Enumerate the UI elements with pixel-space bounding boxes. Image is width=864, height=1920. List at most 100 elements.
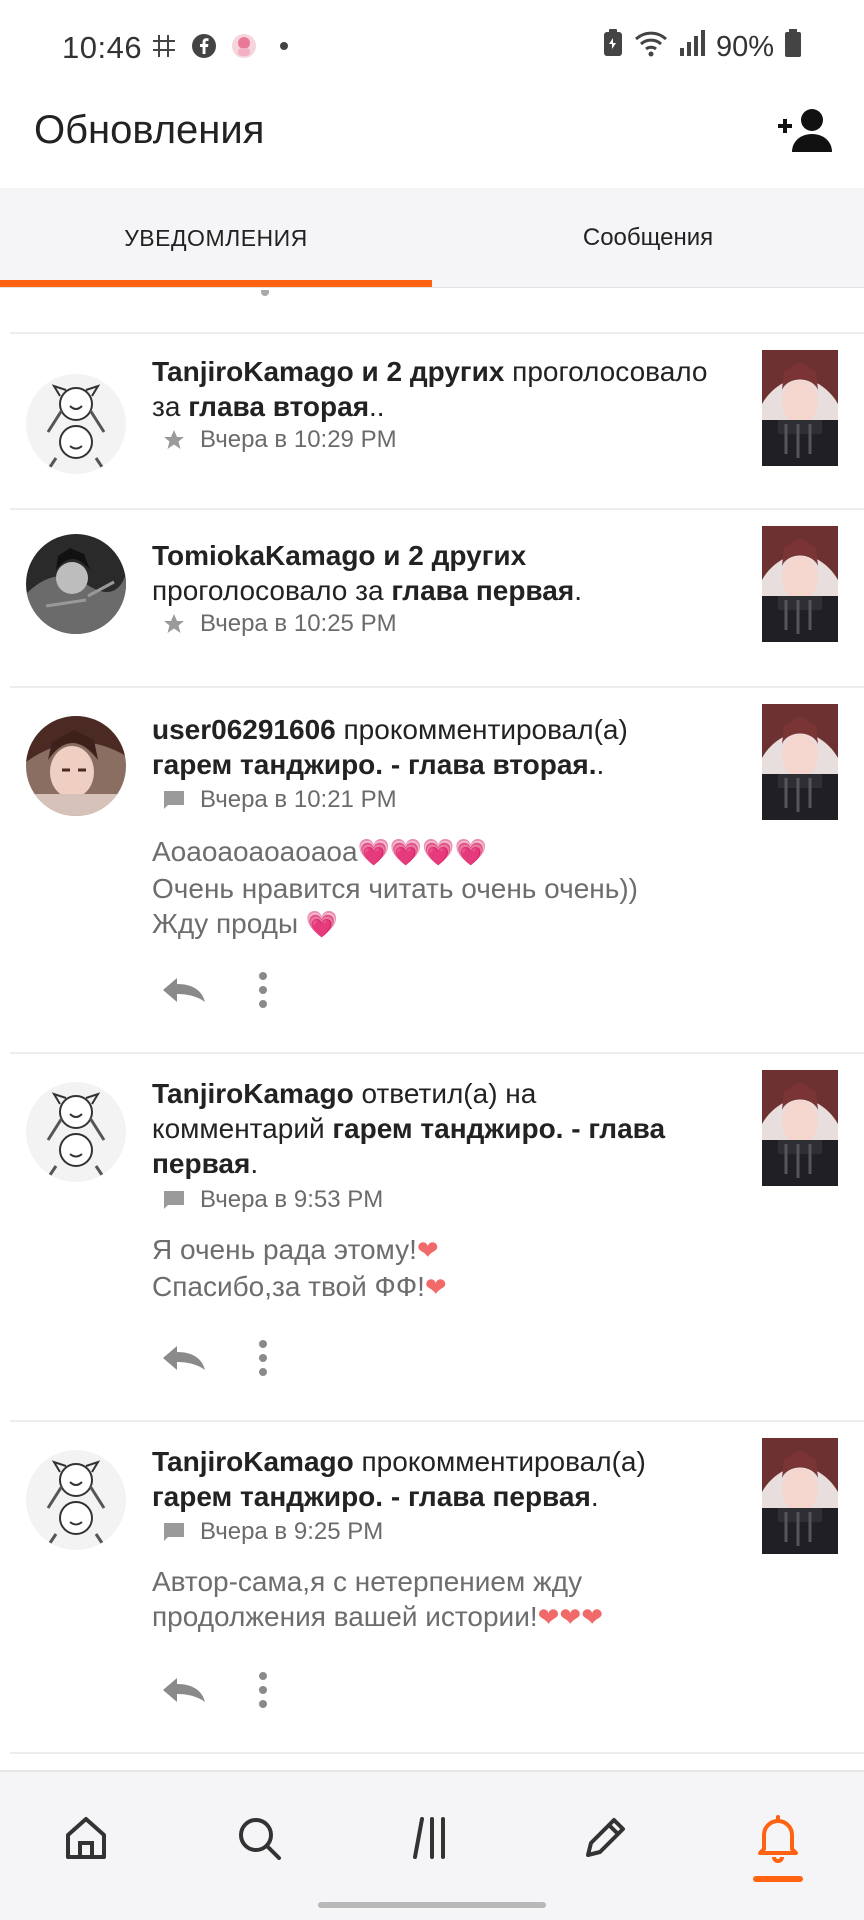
more-options-button[interactable] [248,968,278,1012]
avatar[interactable] [26,534,126,634]
comment-line: Очень нравится читать очень очень)) [152,873,638,904]
nav-notifications-button[interactable] [742,1802,814,1874]
notification-text-line: проголосовало за глава первая. [152,575,582,606]
heart-emoji: 💗💗💗💗 [357,838,488,868]
notification-text-line: гарем танджиро. - глава вторая.. [152,749,605,780]
dot-icon [270,32,298,60]
comment-icon [164,791,184,809]
tab-notifications[interactable]: УВЕДОМЛЕНИЯ [0,188,432,288]
dark-manga-avatar-icon [26,534,126,634]
star-icon [164,614,184,633]
story-link[interactable]: гарем танджиро. - глава вторая. [152,749,597,780]
notification-item[interactable]: TanjiroKamago и 2 других проголосовало з… [0,334,864,498]
hashtag-icon [150,32,178,60]
search-icon [239,1818,281,1860]
manga-characters-avatar-icon [26,1450,126,1550]
nav-search-button[interactable] [223,1802,295,1874]
notification-item[interactable]: user06291606 прокомментировал(а) гарем т… [0,688,864,1048]
anime-boy-avatar-icon [26,716,126,816]
reply-icon [163,1678,205,1702]
actor-name[interactable]: TanjiroKamago и 2 других [152,356,504,387]
actor-name[interactable]: TanjiroKamago [152,1078,354,1109]
manga-characters-avatar-icon [26,374,126,474]
story-cover-thumbnail[interactable] [762,350,838,466]
heart-emoji: ❤❤❤ [537,1603,603,1633]
nav-home-button[interactable] [50,1802,122,1874]
wifi-icon [634,28,668,66]
system-home-bar[interactable] [318,1902,546,1908]
avatar[interactable] [26,1082,126,1182]
library-icon [413,1817,445,1859]
notification-text-line: комментарий гарем танджиро. - глава [152,1113,666,1144]
story-link[interactable]: глава вторая [188,391,369,422]
bottom-navigation [0,1770,864,1920]
signal-icon [678,28,706,66]
comment-icon [164,1523,184,1541]
active-nav-indicator [753,1876,803,1882]
add-user-icon [778,109,832,152]
write-icon [586,1818,625,1857]
avatar[interactable] [26,374,126,474]
notifications-icon [758,1815,798,1863]
reply-button[interactable] [158,1338,210,1378]
story-cover-thumbnail[interactable] [762,1438,838,1554]
comment-line: Я очень рада этому!❤ [152,1234,439,1266]
heart-emoji: 💗 [305,910,339,940]
comment-text: Я очень рада этому!❤ Спасибо,за твой ФФ!… [152,1232,447,1306]
notification-text-line: TanjiroKamago ответил(а) на [152,1078,537,1109]
comment-text: Автор-сама,я с нетерпением жду продолжен… [152,1564,603,1636]
notification-text-line: TomiokaKamago и 2 других [152,538,526,573]
actor-name[interactable]: user06291606 [152,714,336,745]
notification-text-line: TanjiroKamago прокомментировал(а) [152,1446,646,1477]
nav-library-button[interactable] [396,1802,468,1874]
notification-item[interactable]: TanjiroKamago прокомментировал(а) гарем … [0,1422,864,1752]
more-options-button[interactable] [248,1336,278,1380]
story-link[interactable]: гарем танджиро. - глава [332,1113,665,1144]
battery-icon [784,28,802,66]
reply-button[interactable] [158,970,210,1010]
star-icon [164,430,184,449]
comment-text: Аоаоаоаоаоаоа💗💗💗💗 Очень нравится читать … [152,834,638,943]
status-system-icons: 90% [602,28,802,66]
notification-text-line: гарем танджиро. - глава первая. [152,1481,599,1512]
reply-icon [163,978,205,1002]
notification-meta: Вчера в 9:25 PM [162,1518,383,1546]
facebook-icon [190,32,218,60]
story-cover-thumbnail[interactable] [762,1070,838,1186]
status-notification-icons [150,32,298,60]
add-user-button[interactable] [772,102,836,158]
more-vertical-icon [259,972,267,1008]
story-link[interactable]: первая [152,1148,250,1179]
comment-line: Аоаоаоаоаоаоа💗💗💗💗 [152,836,488,868]
heart-emoji: ❤ [424,1273,447,1303]
more-vertical-icon [259,1340,267,1376]
story-cover-thumbnail[interactable] [762,526,838,642]
reply-button[interactable] [158,1670,210,1710]
reply-icon [163,1346,205,1370]
notification-text-line: первая. [152,1148,259,1179]
app-avatar-icon [230,32,258,60]
timestamp: Вчера в 9:25 PM [200,1518,384,1545]
notification-item[interactable]: TomiokaKamago и 2 других проголосовало з… [0,510,864,684]
avatar[interactable] [26,1450,126,1550]
story-link[interactable]: глава первая [391,575,574,606]
tab-messages[interactable]: Сообщения [432,188,864,288]
notification-meta: Вчера в 10:25 PM [162,610,397,638]
timestamp: Вчера в 10:29 PM [200,426,397,453]
timestamp: Вчера в 9:53 PM [200,1186,384,1213]
battery-percent: 90% [715,30,774,63]
notification-item[interactable]: TanjiroKamago ответил(а) на комментарий … [0,1054,864,1418]
more-options-button[interactable] [248,1668,278,1712]
actor-name[interactable]: TomiokaKamago и 2 других [152,540,526,571]
story-cover-thumbnail[interactable] [762,704,838,820]
more-vertical-icon [259,1672,267,1708]
timestamp: Вчера в 10:25 PM [200,610,397,637]
comment-line: продолжения вашей истории!❤❤❤ [152,1601,603,1633]
actor-name[interactable]: TanjiroKamago [152,1446,354,1477]
heart-emoji: ❤ [416,1236,439,1266]
page-title: Обновления [34,108,265,152]
nav-write-button[interactable] [569,1802,641,1874]
story-link[interactable]: гарем танджиро. - глава первая [152,1481,591,1512]
avatar[interactable] [26,716,126,816]
notification-meta: Вчера в 10:29 PM [162,426,397,454]
